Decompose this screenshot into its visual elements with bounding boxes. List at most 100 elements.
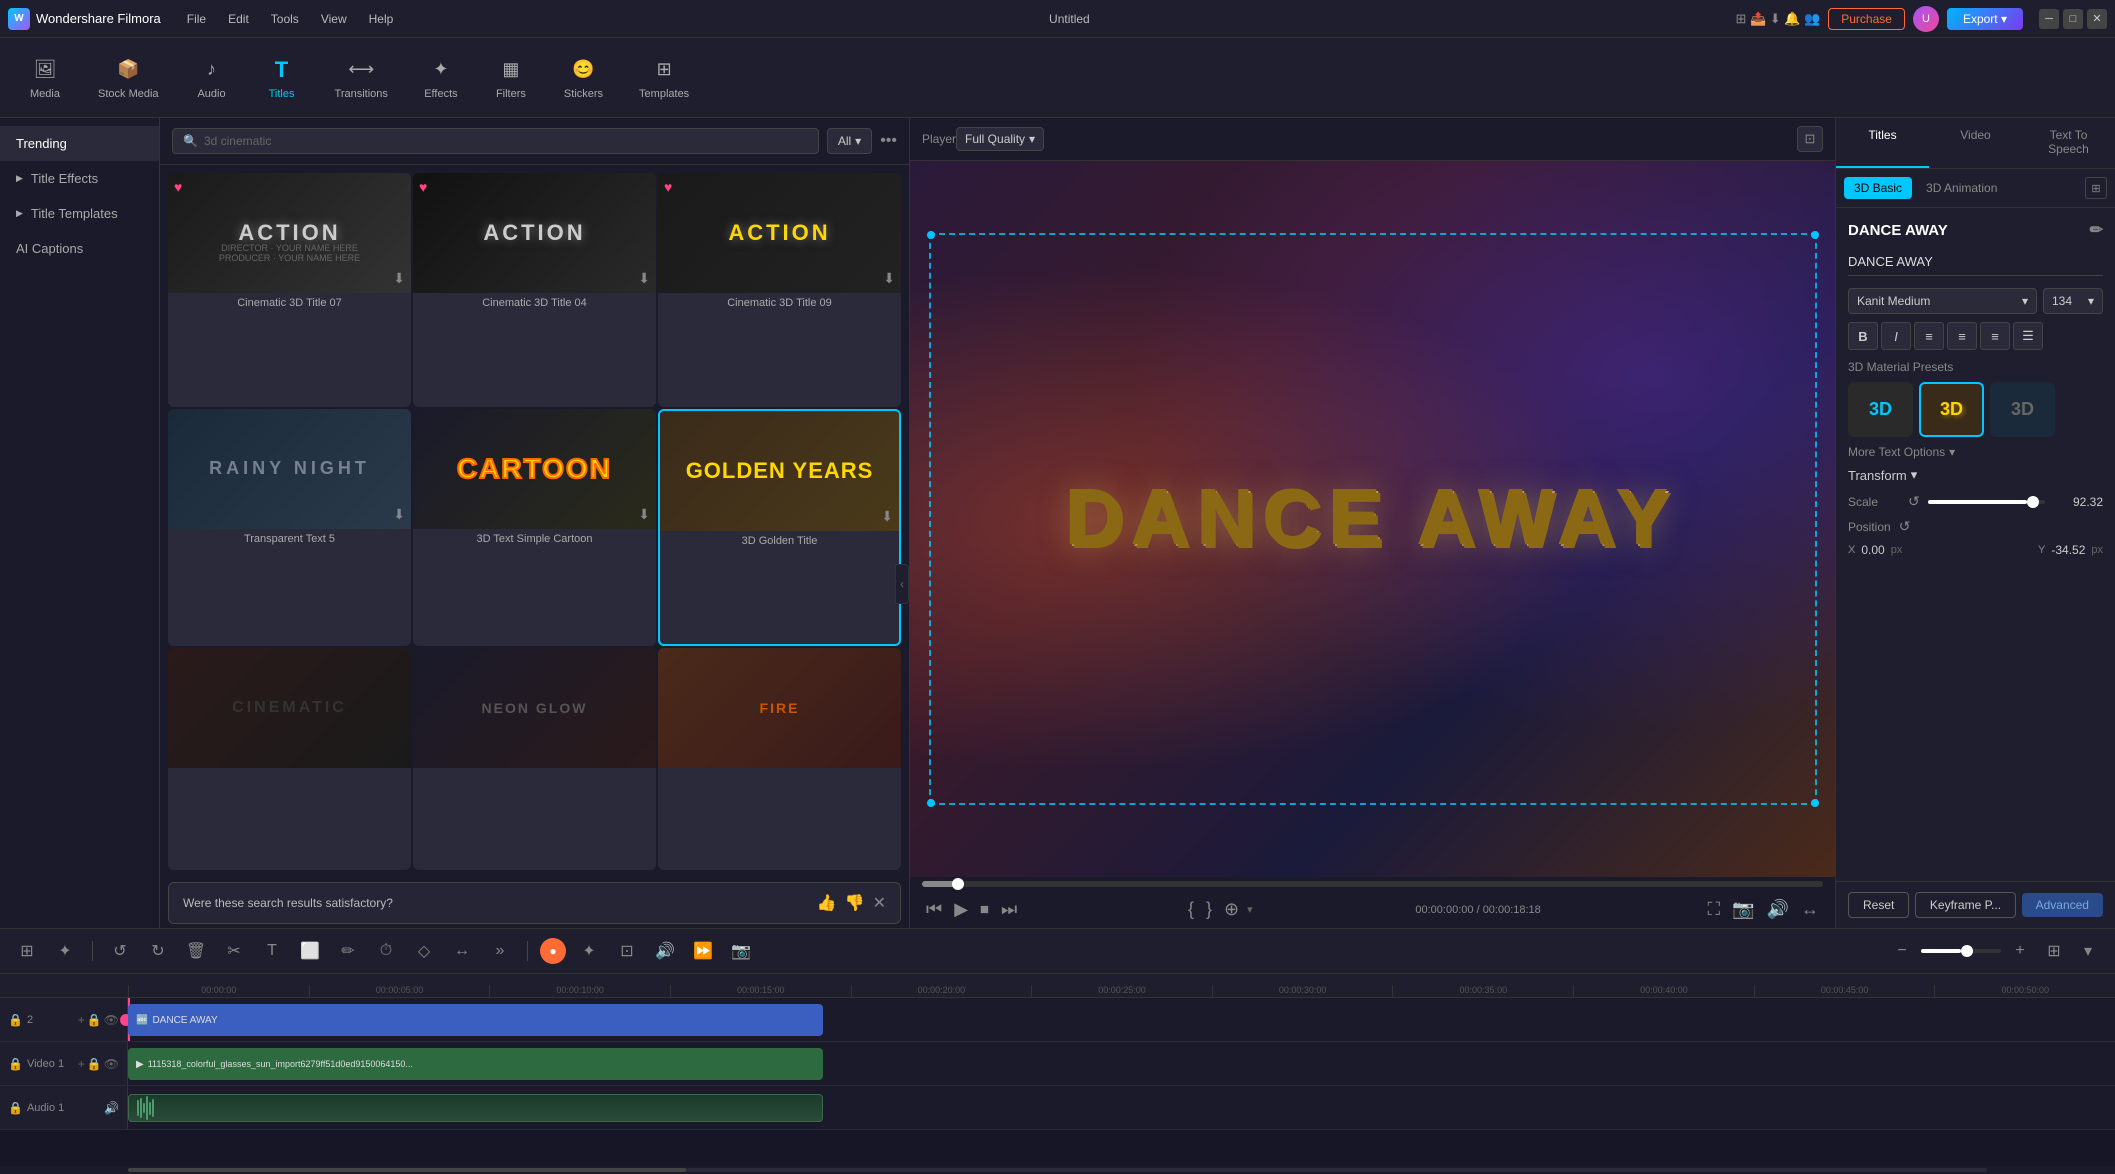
screenshot-player-button[interactable]: 📷 — [1728, 897, 1758, 922]
paint-button[interactable]: ✏ — [333, 936, 363, 966]
more-tools-button[interactable]: » — [485, 936, 515, 966]
search-input-container[interactable]: 🔍 3d cinematic — [172, 128, 819, 154]
audio-mix-button[interactable]: 🔊 — [650, 936, 680, 966]
stop-button[interactable]: ⏹ — [976, 897, 993, 922]
scale-reset-button[interactable]: ↺ — [1908, 493, 1920, 510]
toolbar-audio[interactable]: ♪ Audio — [187, 52, 237, 104]
title-text-input[interactable]: DANCE AWAY — [1848, 248, 2103, 276]
toolbar-transitions[interactable]: ⟷ Transitions — [327, 52, 396, 104]
play-button[interactable]: ▶ — [950, 897, 972, 922]
layout-button[interactable]: ⊞ — [2039, 936, 2069, 966]
sidebar-item-title-effects[interactable]: ▶ Title Effects — [0, 161, 159, 196]
timeline-scrollbar[interactable] — [0, 1166, 2115, 1174]
download-icon-6[interactable]: ⬇ — [881, 508, 893, 525]
subtab-3d-basic[interactable]: 3D Basic — [1844, 177, 1912, 199]
minimize-button[interactable]: ─ — [2039, 9, 2059, 29]
thumbs-down-button[interactable]: 👎 — [845, 893, 865, 913]
step-forward-button[interactable]: ⏭ — [997, 897, 1021, 922]
stabilize-button[interactable]: ⊡ — [612, 936, 642, 966]
zoom-thumb[interactable] — [1961, 945, 1973, 957]
tab-titles[interactable]: Titles — [1836, 118, 1929, 168]
advanced-button[interactable]: Advanced — [2022, 893, 2103, 917]
mark-in-button[interactable]: { — [1184, 897, 1198, 922]
download-icon-5[interactable]: ⬇ — [638, 506, 650, 523]
track-visibility-button-v1[interactable]: 👁 — [104, 1057, 119, 1071]
close-button[interactable]: ✕ — [2087, 9, 2107, 29]
crop-button[interactable]: ⬜ — [295, 936, 325, 966]
track-lock-button-v1[interactable]: 🔒 — [87, 1057, 102, 1071]
audio-button[interactable]: 🔊 — [1763, 897, 1793, 922]
position-reset-button[interactable]: ↺ — [1899, 518, 1911, 535]
reset-button[interactable]: Reset — [1848, 892, 1909, 918]
preset-3d-blue[interactable]: 3D — [1848, 382, 1913, 437]
card-cinematic-3d-04[interactable]: ♥ ACTION ⬇ Cinematic 3D Title 04 — [413, 173, 656, 407]
download-icon-4[interactable]: ⬇ — [393, 506, 405, 523]
thumbs-up-button[interactable]: 👍 — [817, 893, 837, 913]
toolbar-templates[interactable]: ⊞ Templates — [631, 52, 697, 104]
redo-button[interactable]: ↻ — [143, 936, 173, 966]
delete-button[interactable]: 🗑 — [181, 936, 211, 966]
settings-button[interactable]: ↔ — [1797, 897, 1823, 922]
download-icon-2[interactable]: ⬇ — [638, 270, 650, 287]
track-mute-button-a1[interactable]: 🔊 — [104, 1101, 119, 1115]
font-selector[interactable]: Kanit Medium ▾ — [1848, 288, 2037, 314]
card-3d-cartoon[interactable]: CARTOON ⬇ 3D Text Simple Cartoon — [413, 409, 656, 647]
card-cinematic-3d-09[interactable]: ♥ ACTION ⬇ Cinematic 3D Title 09 — [658, 173, 901, 407]
user-avatar[interactable]: U — [1913, 6, 1939, 32]
toolbar-stickers[interactable]: 😊 Stickers — [556, 52, 611, 104]
keyframe-timeline-button[interactable]: ◇ — [409, 936, 439, 966]
filter-button[interactable]: All ▾ — [827, 128, 872, 154]
sidebar-item-trending[interactable]: Trending — [0, 126, 159, 161]
scale-slider[interactable] — [1928, 500, 2045, 504]
edit-title-icon[interactable]: ✏ — [2090, 220, 2103, 240]
player-timeline[interactable] — [922, 881, 1823, 887]
align-left-button[interactable]: ≡ — [1914, 322, 1944, 350]
step-back-button[interactable]: ⏮ — [922, 897, 946, 922]
track-lock-button-v2[interactable]: 🔒 — [87, 1013, 102, 1027]
card-cinematic-3d-07[interactable]: ♥ ACTION DIRECTOR · YOUR NAME HEREPRODUC… — [168, 173, 411, 407]
maximize-button[interactable]: □ — [2063, 9, 2083, 29]
toolbar-media[interactable]: 🖼 Media — [20, 52, 70, 104]
undo-button[interactable]: ↺ — [105, 936, 135, 966]
more-layout-button[interactable]: ▾ — [2073, 936, 2103, 966]
align-justify-button[interactable]: ☰ — [2013, 322, 2043, 350]
add-to-timeline-button[interactable]: ⊕ — [1220, 897, 1243, 922]
toolbar-stock-media[interactable]: 📦 Stock Media — [90, 52, 167, 104]
keyframe-button[interactable]: Keyframe P... — [1915, 892, 2016, 918]
heart-icon-1[interactable]: ♥ — [174, 179, 182, 195]
card-transparent-text-5[interactable]: RAINY NIGHT ⬇ Transparent Text 5 — [168, 409, 411, 647]
subtab-3d-animation[interactable]: 3D Animation — [1916, 177, 2007, 199]
track-add-button-v1[interactable]: + — [78, 1057, 85, 1071]
scrollbar-thumb[interactable] — [128, 1168, 686, 1172]
heart-icon-3[interactable]: ♥ — [664, 179, 672, 195]
menu-view[interactable]: View — [311, 8, 357, 30]
align-right-button[interactable]: ≡ — [1980, 322, 2010, 350]
quality-selector[interactable]: Full Quality ▾ — [956, 127, 1044, 151]
menu-file[interactable]: File — [177, 8, 216, 30]
download-icon-1[interactable]: ⬇ — [393, 270, 405, 287]
zoom-in-button[interactable]: + — [2005, 936, 2035, 966]
scale-thumb[interactable] — [2027, 496, 2039, 508]
export-button[interactable]: Export ▾ — [1947, 8, 2023, 30]
speed-button[interactable]: ⏩ — [688, 936, 718, 966]
toolbar-titles[interactable]: T Titles — [257, 52, 307, 104]
close-satisfaction-button[interactable]: ✕ — [873, 893, 886, 913]
color-grade-button[interactable]: ✦ — [574, 936, 604, 966]
italic-button[interactable]: I — [1881, 322, 1911, 350]
clip-dance-away[interactable]: 🔤 DANCE AWAY — [128, 1004, 823, 1036]
snapshot-button[interactable]: 📷 — [726, 936, 756, 966]
align-center-button[interactable]: ≡ — [1947, 322, 1977, 350]
preset-3d-gray[interactable]: 3D — [1990, 382, 2055, 437]
toolbar-filters[interactable]: ▦ Filters — [486, 52, 536, 104]
preset-3d-golden[interactable]: 3D — [1919, 382, 1984, 437]
toolbar-effects[interactable]: ✦ Effects — [416, 52, 466, 104]
clip-manager-button[interactable]: ⊞ — [12, 936, 42, 966]
more-options-button[interactable]: ••• — [880, 132, 897, 150]
more-text-options[interactable]: More Text Options ▾ — [1848, 445, 2103, 459]
bold-button[interactable]: B — [1848, 322, 1878, 350]
tab-text-to-speech[interactable]: Text To Speech — [2022, 118, 2115, 168]
timer-button[interactable]: ⏱ — [371, 936, 401, 966]
screenshot-icon[interactable]: ⊡ — [1797, 126, 1823, 152]
fullscreen-button[interactable]: ⛶ — [1704, 897, 1725, 922]
cut-button[interactable]: ✂ — [219, 936, 249, 966]
